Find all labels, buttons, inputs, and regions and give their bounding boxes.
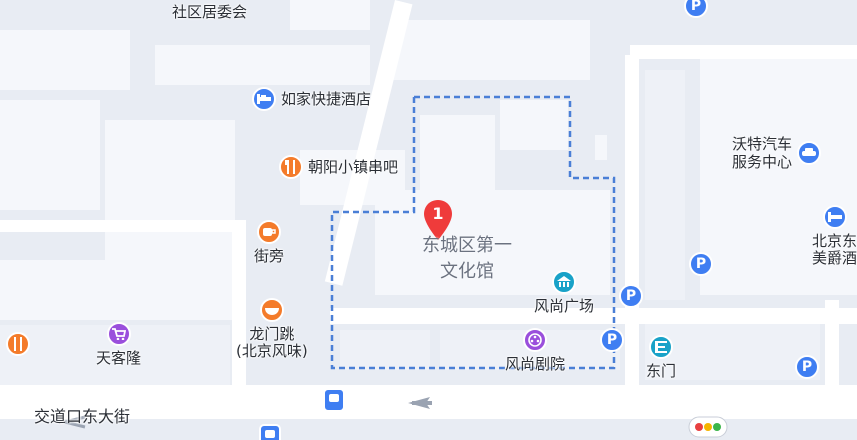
- marker-number: 1: [432, 204, 443, 223]
- fork-knife-icon: [279, 155, 303, 179]
- parking-icon[interactable]: P: [600, 328, 624, 352]
- poi-label-line1: 北京东: [812, 232, 857, 250]
- area-name: 东城区第一 文化馆: [412, 233, 522, 285]
- bus-stop-icon[interactable]: [259, 424, 281, 440]
- poi-label-line1: 沃特汽车: [732, 135, 793, 153]
- area-name-line2: 文化馆: [440, 261, 494, 282]
- poi-tiankelong[interactable]: 天客隆: [96, 322, 141, 367]
- poi-label-line2: (北京风味): [236, 342, 308, 360]
- street-label: 交道口东大街: [34, 407, 131, 426]
- gate-icon: [649, 335, 673, 359]
- bed-icon: [252, 87, 276, 111]
- building-icon: [552, 270, 576, 294]
- fork-knife-icon: [6, 332, 30, 356]
- parking-icon[interactable]: P: [689, 252, 713, 276]
- parking-icon[interactable]: P: [619, 284, 643, 308]
- bed-icon: [822, 205, 847, 229]
- bowl-icon: [259, 298, 284, 322]
- traffic-light-icon: [688, 416, 728, 438]
- poi-rujia[interactable]: 如家快捷酒店: [252, 87, 371, 111]
- coffee-cup-icon: [257, 220, 281, 244]
- poi-shequ[interactable]: 社区居委会: [172, 3, 247, 21]
- poi-beijing-hotel[interactable]: 北京东 美爵酒: [812, 205, 857, 267]
- poi-label-line2: 服务中心: [732, 153, 793, 171]
- car-icon: [797, 141, 822, 165]
- parking-icon[interactable]: P: [795, 355, 819, 379]
- map-canvas[interactable]: 1 东城区第一 文化馆 社区居委会 如家快捷酒店 朝阳小镇串吧 街旁 龙门跳 (…: [0, 0, 857, 440]
- poi-label: 天客隆: [96, 349, 142, 367]
- poi-label: 朝阳小镇串吧: [308, 158, 399, 176]
- poi-label-line2: 美爵酒: [812, 249, 857, 267]
- poi-label: 街旁: [254, 247, 285, 265]
- poi-chaoyang[interactable]: 朝阳小镇串吧: [279, 155, 398, 179]
- poi-wote[interactable]: 沃特汽车 服务中心: [732, 135, 822, 171]
- bus-stop-icon[interactable]: [323, 388, 345, 412]
- poi-dongmen[interactable]: 东门: [646, 335, 676, 380]
- poi-label: 东门: [646, 362, 677, 380]
- film-reel-icon: [523, 328, 547, 352]
- poi-fengshang-plaza[interactable]: 风尚广场: [534, 270, 594, 315]
- poi-label: 如家快捷酒店: [281, 90, 372, 108]
- poi-jiepang[interactable]: 街旁: [254, 220, 284, 265]
- poi-label-line1: 龙门跳: [249, 325, 295, 343]
- poi-longmen[interactable]: 龙门跳 (北京风味): [236, 298, 308, 360]
- poi-label: 社区居委会: [172, 3, 248, 21]
- poi-fork-left[interactable]: [6, 332, 30, 356]
- poi-label: 风尚剧院: [505, 355, 566, 373]
- poi-fengshang-theater[interactable]: 风尚剧院: [505, 328, 565, 373]
- shopping-cart-icon: [106, 322, 131, 346]
- poi-label: 风尚广场: [534, 297, 595, 315]
- area-name-line1: 东城区第一: [422, 235, 512, 256]
